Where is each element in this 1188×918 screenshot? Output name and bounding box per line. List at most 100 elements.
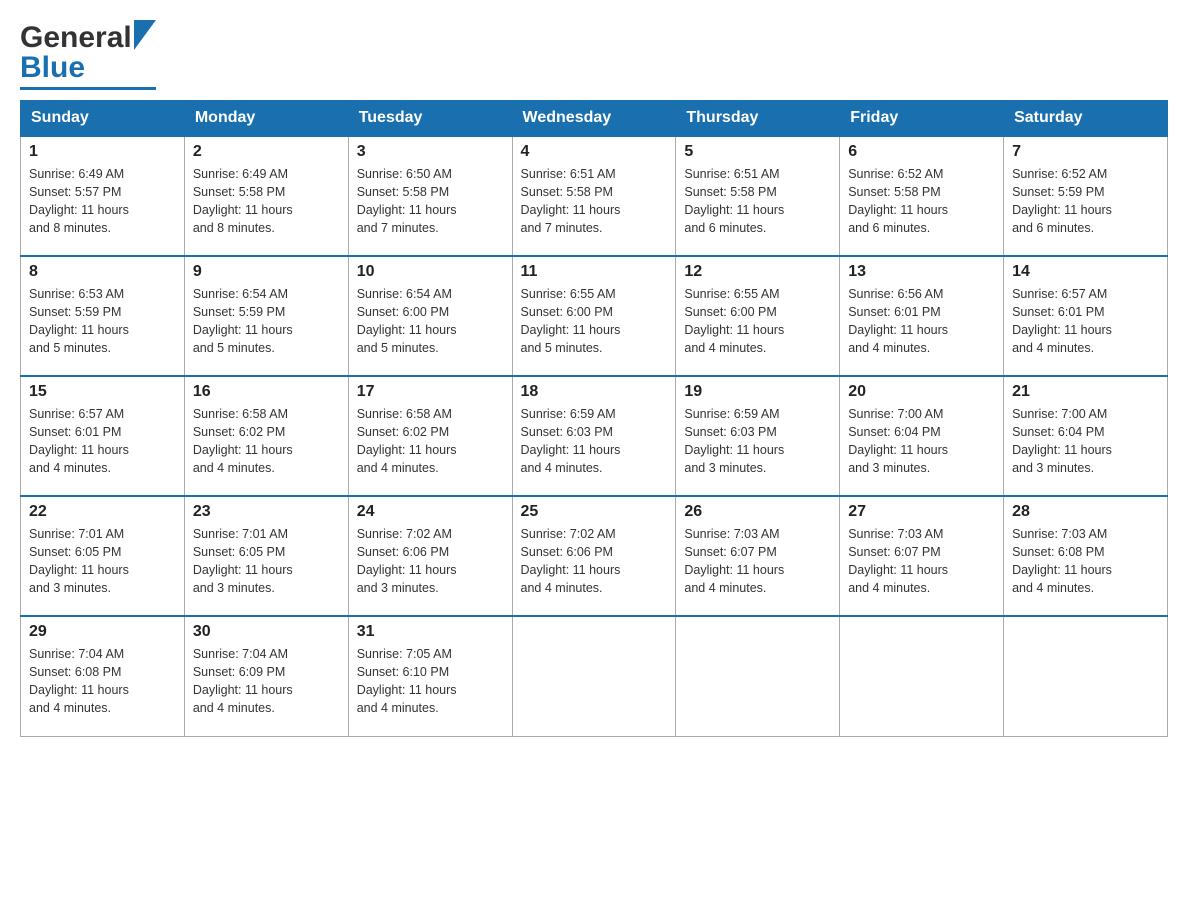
calendar-week-row: 8 Sunrise: 6:53 AM Sunset: 5:59 PM Dayli… bbox=[21, 256, 1168, 376]
calendar-cell: 16 Sunrise: 6:58 AM Sunset: 6:02 PM Dayl… bbox=[184, 376, 348, 496]
cell-day-number: 14 bbox=[1012, 263, 1159, 281]
calendar-cell: 31 Sunrise: 7:05 AM Sunset: 6:10 PM Dayl… bbox=[348, 616, 512, 736]
cell-day-number: 1 bbox=[29, 143, 176, 161]
calendar-cell: 19 Sunrise: 6:59 AM Sunset: 6:03 PM Dayl… bbox=[676, 376, 840, 496]
cell-day-number: 4 bbox=[521, 143, 668, 161]
cell-day-number: 13 bbox=[848, 263, 995, 281]
calendar-cell: 14 Sunrise: 6:57 AM Sunset: 6:01 PM Dayl… bbox=[1004, 256, 1168, 376]
cell-info: Sunrise: 7:04 AM Sunset: 6:09 PM Dayligh… bbox=[193, 645, 340, 718]
calendar-cell: 5 Sunrise: 6:51 AM Sunset: 5:58 PM Dayli… bbox=[676, 136, 840, 256]
calendar-cell: 10 Sunrise: 6:54 AM Sunset: 6:00 PM Dayl… bbox=[348, 256, 512, 376]
calendar-cell: 22 Sunrise: 7:01 AM Sunset: 6:05 PM Dayl… bbox=[21, 496, 185, 616]
cell-info: Sunrise: 7:03 AM Sunset: 6:08 PM Dayligh… bbox=[1012, 525, 1159, 598]
calendar-cell: 20 Sunrise: 7:00 AM Sunset: 6:04 PM Dayl… bbox=[840, 376, 1004, 496]
calendar-week-row: 1 Sunrise: 6:49 AM Sunset: 5:57 PM Dayli… bbox=[21, 136, 1168, 256]
cell-info: Sunrise: 6:56 AM Sunset: 6:01 PM Dayligh… bbox=[848, 285, 995, 358]
cell-day-number: 29 bbox=[29, 623, 176, 641]
cell-day-number: 5 bbox=[684, 143, 831, 161]
cell-info: Sunrise: 7:03 AM Sunset: 6:07 PM Dayligh… bbox=[684, 525, 831, 598]
page-header: General Blue bbox=[20, 20, 1168, 90]
cell-info: Sunrise: 6:57 AM Sunset: 6:01 PM Dayligh… bbox=[29, 405, 176, 478]
calendar-cell: 21 Sunrise: 7:00 AM Sunset: 6:04 PM Dayl… bbox=[1004, 376, 1168, 496]
calendar-cell: 6 Sunrise: 6:52 AM Sunset: 5:58 PM Dayli… bbox=[840, 136, 1004, 256]
calendar-cell: 27 Sunrise: 7:03 AM Sunset: 6:07 PM Dayl… bbox=[840, 496, 1004, 616]
logo-blue-text: Blue bbox=[20, 51, 85, 84]
calendar-cell: 18 Sunrise: 6:59 AM Sunset: 6:03 PM Dayl… bbox=[512, 376, 676, 496]
calendar-cell bbox=[840, 616, 1004, 736]
cell-day-number: 3 bbox=[357, 143, 504, 161]
cell-info: Sunrise: 6:55 AM Sunset: 6:00 PM Dayligh… bbox=[521, 285, 668, 358]
logo-image: General bbox=[20, 20, 156, 55]
cell-info: Sunrise: 6:55 AM Sunset: 6:00 PM Dayligh… bbox=[684, 285, 831, 358]
cell-info: Sunrise: 7:03 AM Sunset: 6:07 PM Dayligh… bbox=[848, 525, 995, 598]
calendar-cell: 24 Sunrise: 7:02 AM Sunset: 6:06 PM Dayl… bbox=[348, 496, 512, 616]
calendar-cell: 7 Sunrise: 6:52 AM Sunset: 5:59 PM Dayli… bbox=[1004, 136, 1168, 256]
cell-day-number: 9 bbox=[193, 263, 340, 281]
calendar-week-row: 22 Sunrise: 7:01 AM Sunset: 6:05 PM Dayl… bbox=[21, 496, 1168, 616]
calendar-cell: 26 Sunrise: 7:03 AM Sunset: 6:07 PM Dayl… bbox=[676, 496, 840, 616]
calendar-body: 1 Sunrise: 6:49 AM Sunset: 5:57 PM Dayli… bbox=[21, 136, 1168, 736]
weekday-header-tuesday: Tuesday bbox=[348, 101, 512, 137]
cell-day-number: 30 bbox=[193, 623, 340, 641]
calendar-week-row: 29 Sunrise: 7:04 AM Sunset: 6:08 PM Dayl… bbox=[21, 616, 1168, 736]
cell-info: Sunrise: 6:58 AM Sunset: 6:02 PM Dayligh… bbox=[193, 405, 340, 478]
calendar-header: SundayMondayTuesdayWednesdayThursdayFrid… bbox=[21, 101, 1168, 137]
calendar-cell: 15 Sunrise: 6:57 AM Sunset: 6:01 PM Dayl… bbox=[21, 376, 185, 496]
logo-underline bbox=[20, 87, 156, 90]
cell-day-number: 21 bbox=[1012, 383, 1159, 401]
calendar-cell: 28 Sunrise: 7:03 AM Sunset: 6:08 PM Dayl… bbox=[1004, 496, 1168, 616]
weekday-header-saturday: Saturday bbox=[1004, 101, 1168, 137]
cell-info: Sunrise: 7:04 AM Sunset: 6:08 PM Dayligh… bbox=[29, 645, 176, 718]
cell-info: Sunrise: 6:49 AM Sunset: 5:58 PM Dayligh… bbox=[193, 165, 340, 238]
calendar-table: SundayMondayTuesdayWednesdayThursdayFrid… bbox=[20, 100, 1168, 737]
calendar-cell: 2 Sunrise: 6:49 AM Sunset: 5:58 PM Dayli… bbox=[184, 136, 348, 256]
cell-day-number: 15 bbox=[29, 383, 176, 401]
cell-info: Sunrise: 6:52 AM Sunset: 5:59 PM Dayligh… bbox=[1012, 165, 1159, 238]
cell-info: Sunrise: 6:58 AM Sunset: 6:02 PM Dayligh… bbox=[357, 405, 504, 478]
cell-day-number: 19 bbox=[684, 383, 831, 401]
calendar-cell: 13 Sunrise: 6:56 AM Sunset: 6:01 PM Dayl… bbox=[840, 256, 1004, 376]
cell-day-number: 18 bbox=[521, 383, 668, 401]
cell-day-number: 2 bbox=[193, 143, 340, 161]
weekday-header-friday: Friday bbox=[840, 101, 1004, 137]
calendar-cell: 3 Sunrise: 6:50 AM Sunset: 5:58 PM Dayli… bbox=[348, 136, 512, 256]
calendar-cell bbox=[676, 616, 840, 736]
cell-day-number: 20 bbox=[848, 383, 995, 401]
cell-day-number: 25 bbox=[521, 503, 668, 521]
calendar-cell bbox=[1004, 616, 1168, 736]
calendar-cell: 25 Sunrise: 7:02 AM Sunset: 6:06 PM Dayl… bbox=[512, 496, 676, 616]
logo-triangle-icon bbox=[134, 20, 156, 50]
logo-general-text: General bbox=[20, 21, 132, 55]
cell-info: Sunrise: 6:49 AM Sunset: 5:57 PM Dayligh… bbox=[29, 165, 176, 238]
cell-day-number: 8 bbox=[29, 263, 176, 281]
weekday-header-row: SundayMondayTuesdayWednesdayThursdayFrid… bbox=[21, 101, 1168, 137]
calendar-cell: 23 Sunrise: 7:01 AM Sunset: 6:05 PM Dayl… bbox=[184, 496, 348, 616]
logo: General Blue bbox=[20, 20, 156, 90]
cell-day-number: 22 bbox=[29, 503, 176, 521]
cell-info: Sunrise: 6:59 AM Sunset: 6:03 PM Dayligh… bbox=[521, 405, 668, 478]
cell-info: Sunrise: 7:00 AM Sunset: 6:04 PM Dayligh… bbox=[1012, 405, 1159, 478]
cell-day-number: 7 bbox=[1012, 143, 1159, 161]
cell-info: Sunrise: 7:02 AM Sunset: 6:06 PM Dayligh… bbox=[521, 525, 668, 598]
cell-day-number: 26 bbox=[684, 503, 831, 521]
calendar-cell: 29 Sunrise: 7:04 AM Sunset: 6:08 PM Dayl… bbox=[21, 616, 185, 736]
weekday-header-monday: Monday bbox=[184, 101, 348, 137]
cell-info: Sunrise: 7:02 AM Sunset: 6:06 PM Dayligh… bbox=[357, 525, 504, 598]
cell-day-number: 10 bbox=[357, 263, 504, 281]
cell-info: Sunrise: 6:52 AM Sunset: 5:58 PM Dayligh… bbox=[848, 165, 995, 238]
cell-day-number: 23 bbox=[193, 503, 340, 521]
calendar-cell: 30 Sunrise: 7:04 AM Sunset: 6:09 PM Dayl… bbox=[184, 616, 348, 736]
cell-info: Sunrise: 6:54 AM Sunset: 6:00 PM Dayligh… bbox=[357, 285, 504, 358]
calendar-cell: 17 Sunrise: 6:58 AM Sunset: 6:02 PM Dayl… bbox=[348, 376, 512, 496]
cell-info: Sunrise: 7:00 AM Sunset: 6:04 PM Dayligh… bbox=[848, 405, 995, 478]
cell-day-number: 6 bbox=[848, 143, 995, 161]
cell-info: Sunrise: 7:01 AM Sunset: 6:05 PM Dayligh… bbox=[29, 525, 176, 598]
calendar-cell: 1 Sunrise: 6:49 AM Sunset: 5:57 PM Dayli… bbox=[21, 136, 185, 256]
calendar-cell: 9 Sunrise: 6:54 AM Sunset: 5:59 PM Dayli… bbox=[184, 256, 348, 376]
cell-info: Sunrise: 6:59 AM Sunset: 6:03 PM Dayligh… bbox=[684, 405, 831, 478]
calendar-cell bbox=[512, 616, 676, 736]
calendar-cell: 4 Sunrise: 6:51 AM Sunset: 5:58 PM Dayli… bbox=[512, 136, 676, 256]
cell-day-number: 24 bbox=[357, 503, 504, 521]
weekday-header-thursday: Thursday bbox=[676, 101, 840, 137]
calendar-cell: 8 Sunrise: 6:53 AM Sunset: 5:59 PM Dayli… bbox=[21, 256, 185, 376]
